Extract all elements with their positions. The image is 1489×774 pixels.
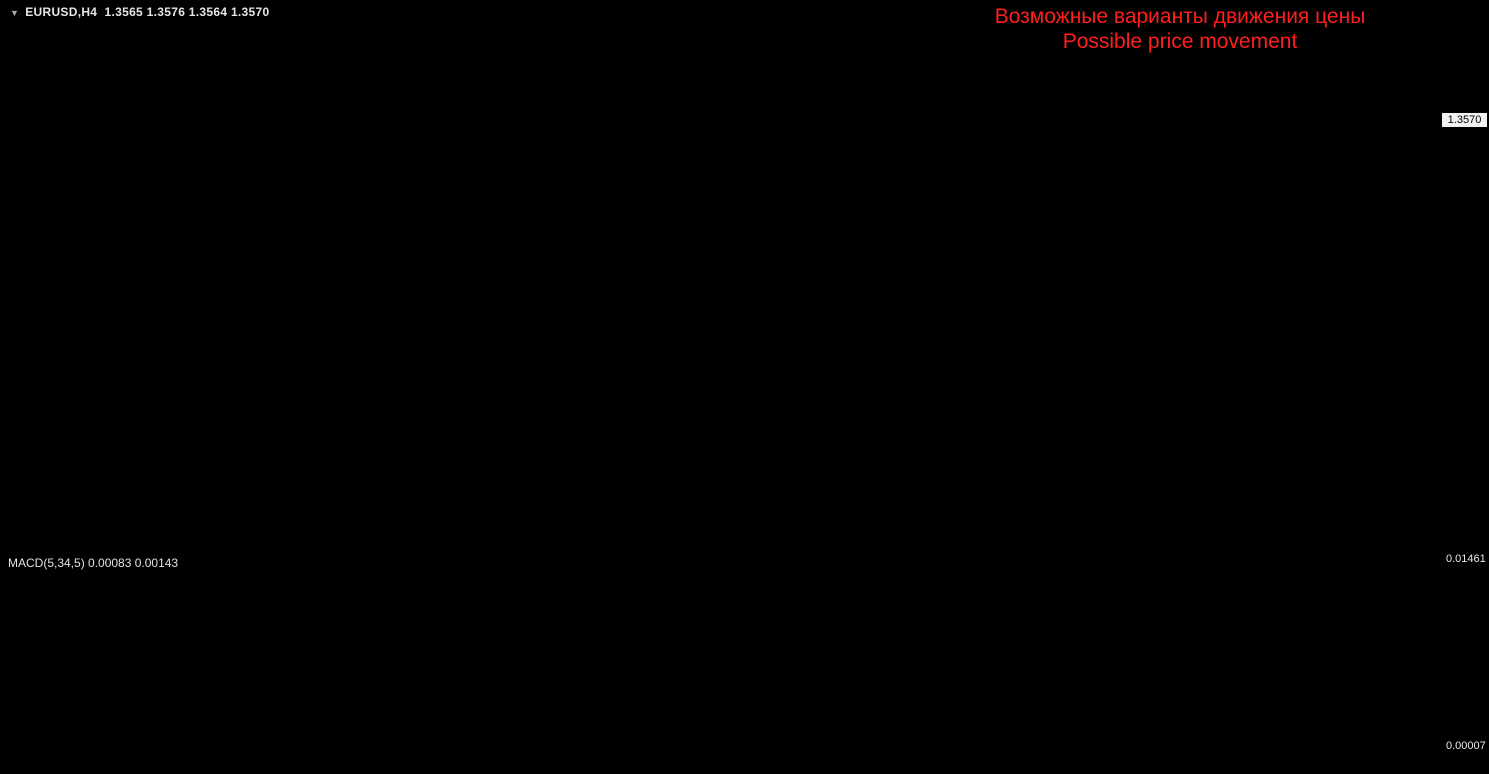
mt4-chart-window: ▼ EURUSD,H4 1.3565 1.3576 1.3564 1.3570 В… <box>0 0 1489 774</box>
chart-canvas[interactable] <box>0 0 1489 774</box>
